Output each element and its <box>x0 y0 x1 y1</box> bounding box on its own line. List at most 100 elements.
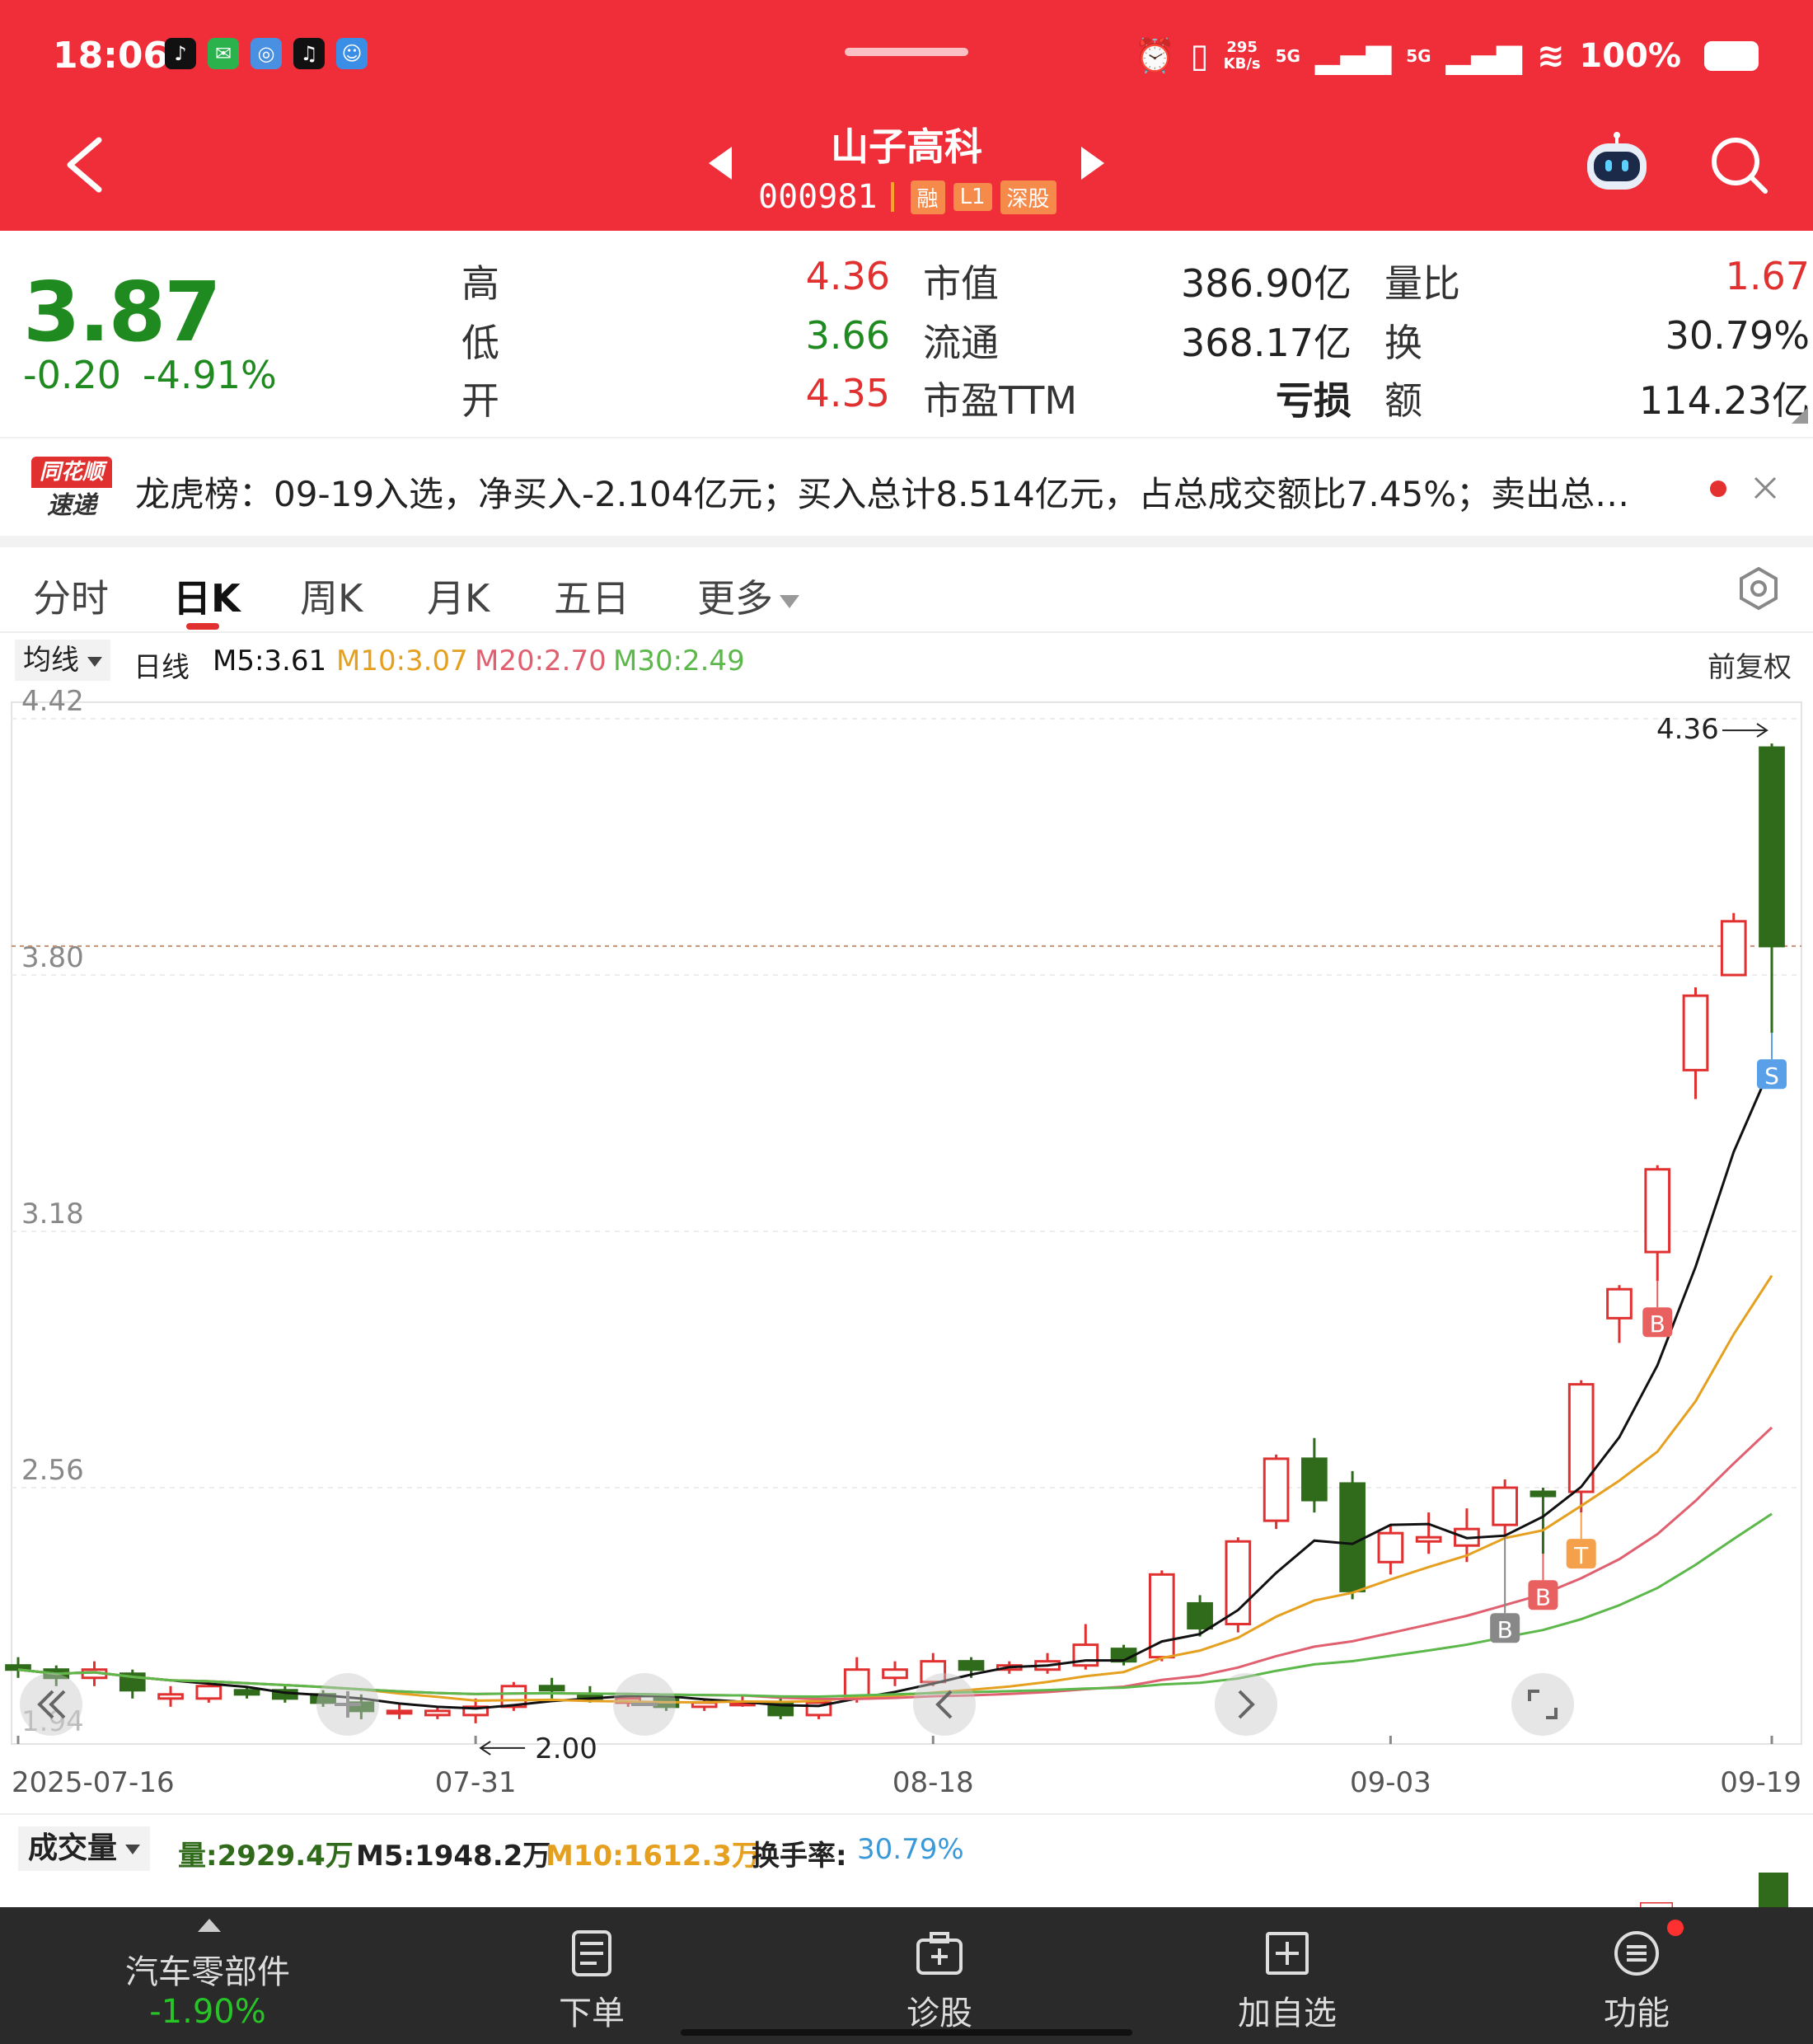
wifi-icon: ≋ <box>1536 36 1565 75</box>
robot-assistant-icon[interactable] <box>1582 132 1651 195</box>
industry-change: -1.90% <box>149 1993 266 2031</box>
volume-ma5: M5:1948.2万 <box>356 1840 551 1873</box>
candle-body <box>1263 1457 1290 1522</box>
tab-monthly-k[interactable]: 月K <box>427 569 490 623</box>
candle <box>1225 1537 1252 1633</box>
marker-label: B <box>1497 1616 1513 1643</box>
adjust-mode[interactable]: 前复权 <box>1708 645 1792 685</box>
trade-marker-b: B <box>1528 1554 1558 1610</box>
close-icon[interactable] <box>1750 473 1780 503</box>
nav-functions[interactable]: 功能 <box>1513 1907 1760 2044</box>
last-price: 3.87 <box>23 264 222 360</box>
candle-body <box>1415 1535 1442 1543</box>
add-square-icon <box>1266 1932 1309 1975</box>
nav-order[interactable]: 下单 <box>468 1907 715 2044</box>
label-open: 开 <box>461 378 499 423</box>
x-tick-label: 08-18 <box>892 1766 974 1799</box>
kline-chart-svg[interactable]: 4.423.803.182.561.944.362.00SBBBT2025-07… <box>0 686 1813 1817</box>
news-ticker[interactable]: 同花顺 速递 龙虎榜：09-19入选，净买入-2.104亿元；买入总计8.514… <box>0 437 1813 536</box>
candle-body <box>1301 1457 1328 1502</box>
candle-body <box>5 1664 31 1671</box>
y-tick-label: 2.56 <box>21 1454 84 1487</box>
y-tick-label: 3.18 <box>21 1198 84 1231</box>
search-icon[interactable] <box>1706 132 1772 198</box>
candle <box>1148 1570 1175 1662</box>
candle-body <box>1492 1486 1519 1526</box>
active-tab-indicator <box>186 623 219 630</box>
dropdown-caret-icon <box>125 1845 141 1854</box>
label-amount: 额 <box>1384 378 1422 423</box>
candle <box>1720 912 1747 977</box>
marker-label: B <box>1650 1310 1665 1338</box>
kline-type: 日线 <box>134 651 190 684</box>
label-high: 高 <box>461 261 499 306</box>
control-bg <box>1215 1673 1277 1736</box>
expand-corner-icon[interactable] <box>1792 407 1808 424</box>
change-percent: -4.91% <box>143 353 277 397</box>
candle-body <box>1682 994 1709 1071</box>
candle-body <box>1759 746 1785 948</box>
value-turnover: 30.79% <box>1665 313 1810 358</box>
volume-ma10: M10:1612.3万 <box>546 1840 760 1873</box>
header-bar: 18:06 ♪ ✉ ◎ ♫ ☺ ⏰ ▯ 295 KB/s 5G ▂▄▆ 5G ▂… <box>0 0 1813 231</box>
stock-code-row: 000981 融 L1 深股 <box>758 178 1056 216</box>
next-stock-arrow-icon[interactable] <box>1081 147 1104 180</box>
label-low: 低 <box>461 321 499 365</box>
candle-body <box>386 1709 413 1715</box>
music-app-icon: ♪ <box>165 38 196 69</box>
label-float-cap: 流通 <box>923 321 999 365</box>
tag-l1: L1 <box>953 183 992 211</box>
right-control-icon[interactable] <box>1215 1673 1277 1736</box>
indicator-dropdown[interactable]: 均线 <box>15 640 110 681</box>
ma-legend: 均线 日线 M5:3.61 M10:3.07 M20:2.70 M30:2.49… <box>0 635 1813 686</box>
nav-add-watchlist[interactable]: 加自选 <box>1164 1907 1411 2044</box>
news-text[interactable]: 龙虎榜：09-19入选，净买入-2.104亿元；买入总计8.514亿元，占总成交… <box>135 466 1701 517</box>
double-left-control-icon[interactable] <box>20 1673 82 1736</box>
vibrate-icon: ▯ <box>1190 36 1209 75</box>
window-handle[interactable] <box>845 48 968 56</box>
nav-diagnose[interactable]: 诊股 <box>816 1907 1063 2044</box>
left-control-icon[interactable] <box>913 1673 976 1736</box>
volume-dropdown[interactable]: 成交量 <box>18 1826 151 1871</box>
tab-daily-k[interactable]: 日K <box>173 569 241 623</box>
kline-chart[interactable]: 4.423.803.182.561.944.362.00SBBBT2025-07… <box>0 686 1813 1817</box>
settings-hexagon-icon[interactable] <box>1736 565 1782 612</box>
label-turnover: 换 <box>1384 321 1422 365</box>
value-pe: 亏损 <box>1276 378 1352 423</box>
control-bg <box>1511 1673 1574 1736</box>
signal-5g-2: 5G <box>1406 45 1431 66</box>
candle-body <box>1606 1287 1633 1320</box>
stock-code: 000981 <box>758 178 878 216</box>
tab-five-day[interactable]: 五日 <box>554 569 630 623</box>
tab-more[interactable]: 更多 <box>697 569 799 623</box>
value-open: 4.35 <box>805 371 890 415</box>
candle-body <box>1225 1540 1252 1626</box>
battery-icon <box>1704 41 1759 71</box>
plus-control-icon[interactable] <box>316 1673 379 1736</box>
candle-body <box>1530 1490 1557 1498</box>
candle <box>424 1706 451 1719</box>
industry-indicator[interactable]: 汽车零部件 -1.90% <box>0 1907 412 2044</box>
min-price-label: 2.00 <box>535 1732 597 1765</box>
marker-label: B <box>1535 1583 1551 1610</box>
candle <box>1187 1595 1213 1637</box>
x-tick-label: 09-19 <box>1720 1766 1801 1799</box>
stock-name: 山子高科 <box>831 124 982 169</box>
trade-marker-t: T <box>1566 1512 1596 1569</box>
candle-body <box>233 1689 260 1696</box>
candle-body <box>958 1660 985 1671</box>
tab-intraday[interactable]: 分时 <box>33 569 109 623</box>
trade-marker-s: S <box>1757 1033 1787 1090</box>
order-document-icon <box>572 1930 611 1976</box>
code-separator <box>890 182 894 212</box>
candle <box>1263 1454 1290 1530</box>
candle <box>119 1669 146 1699</box>
news-logo: 同花顺 速递 <box>31 457 112 524</box>
candle <box>882 1661 908 1686</box>
fullscreen-control-icon[interactable] <box>1511 1673 1574 1736</box>
status-time: 18:06 <box>53 35 169 77</box>
bottom-nav: 汽车零部件 -1.90% 下单 诊股 加自选 功能 <box>0 1907 1813 2044</box>
candle <box>1415 1512 1442 1554</box>
minus-control-icon[interactable] <box>613 1673 676 1736</box>
tab-weekly-k[interactable]: 周K <box>300 569 363 623</box>
